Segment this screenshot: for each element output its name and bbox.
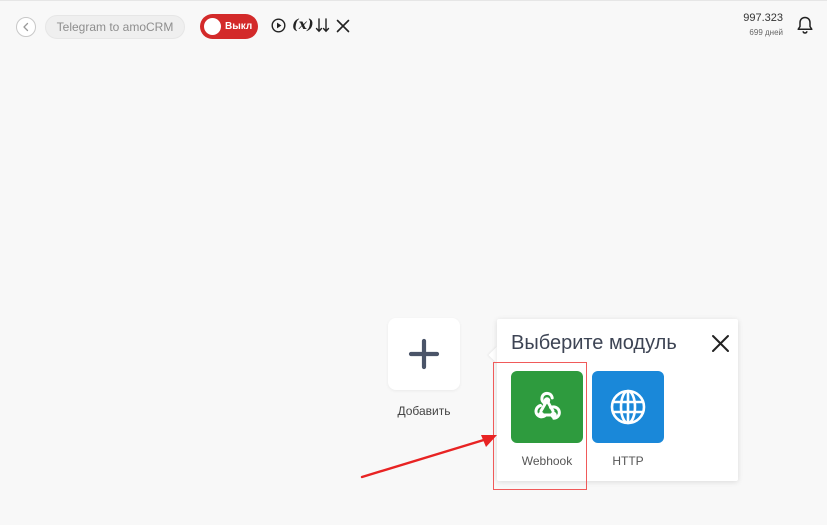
add-module-button[interactable]: [388, 318, 460, 390]
globe-icon: [610, 389, 646, 425]
bell-icon: [797, 16, 813, 34]
credits-days-left: 699 дней: [749, 28, 783, 37]
close-scenario-button[interactable]: [336, 19, 350, 33]
webhook-highlight-box: [493, 362, 587, 490]
play-circle-icon: [271, 18, 286, 33]
variables-button[interactable]: (x): [292, 17, 314, 33]
close-icon: [336, 19, 350, 33]
http-tile[interactable]: [592, 371, 664, 443]
run-button[interactable]: [271, 18, 286, 33]
top-border: [0, 0, 827, 1]
popup-title: Выберите модуль: [511, 332, 677, 354]
sort-arrows-icon: [315, 18, 330, 33]
module-http[interactable]: HTTP: [592, 371, 664, 468]
popup-close-button[interactable]: [711, 334, 730, 358]
toggle-label: Выкл: [225, 21, 253, 32]
scenario-name-input[interactable]: Telegram to amoCRM: [45, 15, 185, 39]
scenario-toggle[interactable]: Выкл: [200, 14, 258, 39]
close-icon: [712, 335, 729, 352]
credits-balance: 997.323: [743, 12, 783, 24]
notifications-button[interactable]: [795, 15, 815, 40]
module-label-http: HTTP: [612, 454, 644, 468]
plus-icon: [408, 338, 440, 370]
back-button[interactable]: [16, 17, 36, 37]
annotation-arrow-icon: [360, 435, 497, 479]
add-module-label: Добавить: [397, 404, 451, 418]
sort-button[interactable]: [315, 17, 330, 34]
chevron-left-icon: [23, 22, 29, 32]
toggle-knob: [204, 18, 221, 35]
